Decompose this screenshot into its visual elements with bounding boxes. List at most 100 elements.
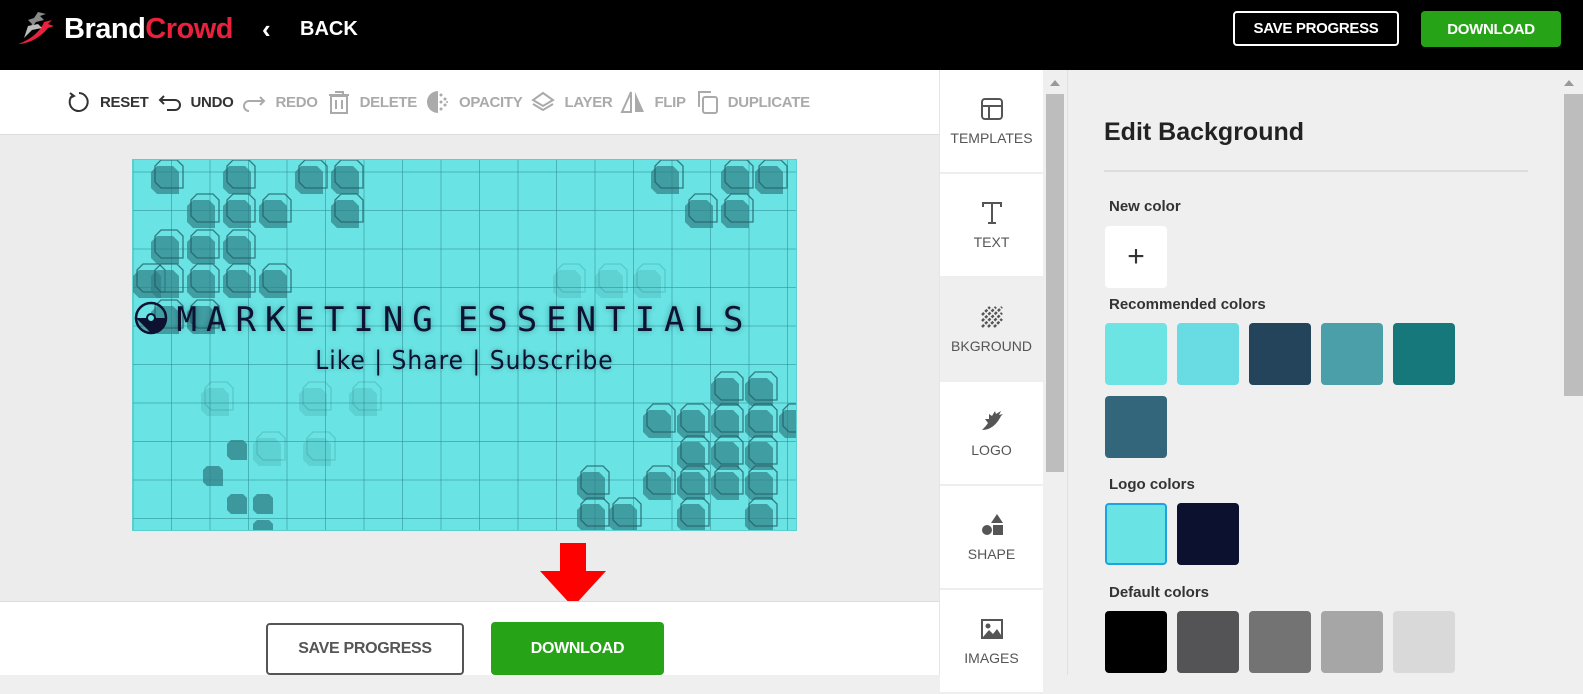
duplicate-label: DUPLICATE bbox=[727, 93, 810, 111]
brand-name-part1: Brand bbox=[64, 12, 146, 45]
layer-button[interactable]: LAYER bbox=[530, 89, 613, 115]
opacity-label: OPACITY bbox=[459, 93, 523, 111]
reset-icon bbox=[68, 92, 89, 112]
reset-label: RESET bbox=[100, 93, 149, 111]
templates-icon bbox=[980, 98, 1003, 120]
subline-text[interactable]: Like | Share | Subscribe bbox=[133, 346, 796, 376]
redo-icon bbox=[243, 96, 266, 112]
logo-icon bbox=[981, 411, 1003, 430]
panel-scrollbar[interactable] bbox=[1557, 70, 1583, 675]
design-canvas[interactable]: MARKETING ESSENTIALS Like | Share | Subs… bbox=[132, 159, 797, 531]
back-label: BACK bbox=[300, 18, 358, 40]
brandcrowd-logo-icon bbox=[18, 12, 54, 44]
recommended-color-swatch[interactable] bbox=[1105, 323, 1167, 385]
small-tile-shape bbox=[203, 466, 223, 486]
sidenav-label: TEXT bbox=[973, 234, 1010, 250]
logo-colors-label: Logo colors bbox=[1109, 476, 1195, 493]
edit-background-panel: Edit Background New color + Recommended … bbox=[1067, 70, 1557, 675]
text-icon bbox=[981, 202, 1002, 224]
undo-label: UNDO bbox=[190, 93, 234, 111]
small-tile-shape bbox=[227, 440, 247, 460]
recommended-color-swatch[interactable] bbox=[1105, 396, 1167, 458]
brandcrowd-logo[interactable]: BrandCrowd bbox=[14, 10, 234, 48]
sidenav-item-shape[interactable]: SHAPE bbox=[940, 486, 1043, 590]
undo-icon bbox=[158, 95, 181, 111]
default-colors-label: Default colors bbox=[1109, 584, 1210, 601]
brand-name-part2: Crowd bbox=[145, 12, 234, 45]
flip-label: FLIP bbox=[654, 93, 686, 111]
recommended-color-swatch[interactable] bbox=[1177, 323, 1239, 385]
sidenav-label: SHAPE bbox=[967, 546, 1016, 562]
recommended-color-swatch[interactable] bbox=[1393, 323, 1455, 385]
header-save-progress-button[interactable]: SAVE PROGRESS bbox=[1233, 11, 1399, 46]
headline-left: MARKETING bbox=[176, 300, 442, 340]
opacity-button[interactable]: OPACITY bbox=[425, 89, 523, 115]
images-icon bbox=[980, 619, 1003, 639]
layer-label: LAYER bbox=[564, 93, 613, 111]
emblem-icon bbox=[134, 301, 168, 335]
tile-shape bbox=[779, 410, 796, 438]
default-color-swatch[interactable] bbox=[1249, 611, 1311, 673]
shape-icon bbox=[981, 514, 1003, 535]
opacity-icon bbox=[427, 91, 448, 113]
flip-button[interactable]: FLIP bbox=[620, 89, 686, 115]
red-down-arrow-icon bbox=[540, 543, 606, 607]
add-color-button[interactable]: + bbox=[1105, 226, 1167, 288]
panel-title: Edit Background bbox=[1104, 118, 1305, 146]
scroll-up-arrow-icon[interactable] bbox=[1564, 80, 1574, 86]
panel-divider bbox=[1104, 170, 1528, 172]
duplicate-icon bbox=[697, 91, 718, 114]
footer-save-progress-button[interactable]: SAVE PROGRESS bbox=[266, 623, 464, 675]
redo-label: REDO bbox=[275, 93, 318, 111]
default-color-swatch[interactable] bbox=[1393, 611, 1455, 673]
small-tile-shape bbox=[227, 494, 247, 514]
sidenav-scrollbar-thumb[interactable] bbox=[1046, 94, 1064, 472]
header-download-button[interactable]: DOWNLOAD bbox=[1421, 11, 1561, 47]
scroll-up-arrow-icon[interactable] bbox=[1050, 80, 1060, 86]
duplicate-button[interactable]: DUPLICATE bbox=[694, 89, 810, 115]
flip-icon bbox=[620, 91, 645, 113]
plus-icon: + bbox=[1127, 240, 1145, 273]
sidenav-item-images[interactable]: IMAGES bbox=[940, 590, 1043, 694]
small-tile-shape bbox=[253, 520, 273, 530]
sidenav-label: IMAGES bbox=[964, 650, 1019, 666]
undo-button[interactable]: UNDO bbox=[157, 89, 234, 115]
sidenav-label: TEMPLATES bbox=[950, 130, 1033, 146]
recommended-color-swatch[interactable] bbox=[1249, 323, 1311, 385]
headline-right: ESSENTIALS bbox=[457, 300, 753, 340]
new-color-label: New color bbox=[1109, 198, 1181, 215]
top-bar: BrandCrowd ‹ BACK SAVE PROGRESS DOWNLOAD bbox=[0, 0, 1583, 70]
delete-button[interactable]: DELETE bbox=[326, 89, 417, 115]
edit-toolbar: RESET UNDO REDO DELETE OPACITY LAYER FLI… bbox=[0, 70, 939, 135]
default-color-swatch[interactable] bbox=[1321, 611, 1383, 673]
small-tile-shape bbox=[253, 494, 273, 514]
sidenav-item-text[interactable]: TEXT bbox=[940, 174, 1043, 278]
logo-color-swatch[interactable] bbox=[1105, 503, 1167, 565]
redo-button[interactable]: REDO bbox=[241, 89, 318, 115]
side-nav: TEMPLATES TEXT BKGROUND LOGO SHAPE IMAGE… bbox=[939, 70, 1043, 694]
bottom-bar: SAVE PROGRESS DOWNLOAD bbox=[0, 601, 939, 675]
sidenav-item-logo[interactable]: LOGO bbox=[940, 382, 1043, 486]
headline-text[interactable]: MARKETING ESSENTIALS bbox=[133, 300, 796, 340]
sidenav-label: BKGROUND bbox=[951, 338, 1032, 354]
footer-download-button[interactable]: DOWNLOAD bbox=[491, 622, 664, 675]
sidenav-scrollbar[interactable] bbox=[1043, 70, 1067, 675]
panel-scrollbar-thumb[interactable] bbox=[1564, 94, 1583, 396]
delete-label: DELETE bbox=[359, 93, 418, 111]
back-button[interactable]: ‹ BACK bbox=[262, 14, 358, 45]
sidenav-label: LOGO bbox=[971, 442, 1012, 458]
recommended-colors-label: Recommended colors bbox=[1109, 296, 1266, 313]
reset-button[interactable]: RESET bbox=[66, 89, 149, 115]
default-color-swatch[interactable] bbox=[1105, 611, 1167, 673]
chevron-left-icon: ‹ bbox=[262, 14, 271, 44]
default-color-swatch[interactable] bbox=[1177, 611, 1239, 673]
sidenav-item-templates[interactable]: TEMPLATES bbox=[940, 70, 1043, 174]
sidenav-item-background[interactable]: BKGROUND bbox=[940, 278, 1043, 382]
design-workspace: MARKETING ESSENTIALS Like | Share | Subs… bbox=[0, 135, 939, 607]
logo-color-swatch[interactable] bbox=[1177, 503, 1239, 565]
layers-icon bbox=[531, 91, 556, 112]
background-icon bbox=[980, 306, 1003, 328]
recommended-color-swatch[interactable] bbox=[1321, 323, 1383, 385]
brand-name: BrandCrowd bbox=[64, 12, 234, 46]
trash-icon bbox=[328, 91, 349, 114]
